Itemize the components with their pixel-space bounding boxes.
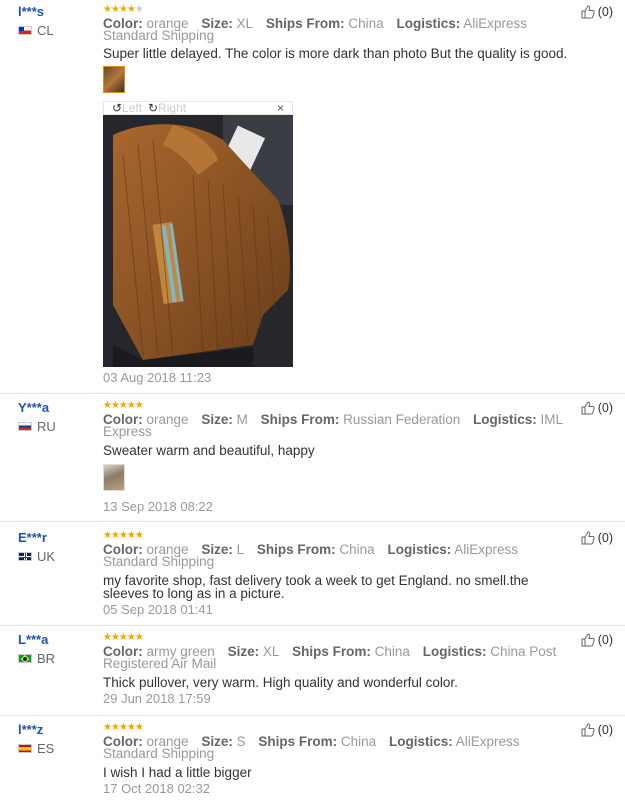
photo-viewer-toolbar: ↺Left ↻Right ×: [103, 101, 293, 115]
helpful-button[interactable]: (0): [581, 5, 613, 19]
country-code: CL: [37, 23, 54, 38]
attr-ships-from: Russian Federation: [343, 412, 461, 427]
reviewer-name[interactable]: l***z: [18, 723, 98, 737]
reviewer-country: UK: [18, 549, 98, 564]
reviewer-info: E***r UK: [18, 531, 98, 564]
review-item: L***a BR ★★★★★ Color: army green Size: X…: [0, 633, 625, 716]
helpful-count: (0): [597, 633, 613, 647]
flag-br-icon: [18, 654, 32, 663]
attr-ships-from: China: [339, 542, 375, 557]
country-code: UK: [37, 549, 56, 564]
flag-cl-icon: [18, 26, 32, 35]
country-code: BR: [37, 651, 56, 666]
star-rating: ★★★★★: [103, 530, 144, 541]
flag-ru-icon: [18, 422, 32, 431]
review-date: 03 Aug 2018 11:23: [103, 370, 212, 385]
review-photo-thumbnail[interactable]: [103, 66, 125, 93]
review-item: Y***a RU ★★★★★ Color: orange Size: M Shi…: [0, 401, 625, 522]
reviewer-info: Y***a RU: [18, 401, 98, 434]
reviewer-country: CL: [18, 23, 98, 38]
review-text: my favorite shop, fast delivery took a w…: [103, 573, 529, 601]
attr-size: S: [236, 734, 246, 749]
sweater-photo: [103, 115, 293, 367]
attr-size: L: [236, 542, 245, 557]
review-text: Thick pullover, very warm. High quality …: [103, 675, 458, 690]
reviewer-name[interactable]: E***r: [18, 531, 98, 545]
thumbs-up-icon: [581, 633, 595, 647]
review-body: ★★★★★ Color: orange Size: S Ships From: …: [103, 722, 573, 797]
review-body: ★★★★★ Color: orange Size: XL Ships From:…: [103, 5, 573, 93]
review-item: E***r UK ★★★★★ Color: orange Size: L Shi…: [0, 531, 625, 626]
thumbs-up-icon: [581, 531, 595, 545]
helpful-count: (0): [597, 723, 613, 737]
thumbs-up-icon: [581, 401, 595, 415]
star-rating: ★★★★★: [103, 632, 144, 643]
rotate-right-button[interactable]: ↻Right: [148, 102, 186, 114]
country-code: RU: [37, 419, 56, 434]
star-rating: ★★★★★: [103, 722, 144, 733]
order-attributes: Color: orange Size: S Ships From: China …: [103, 734, 520, 761]
reviewer-info: l***z ES: [18, 723, 98, 756]
review-body: ★★★★★ Color: army green Size: XL Ships F…: [103, 632, 573, 707]
helpful-button[interactable]: (0): [581, 531, 613, 545]
reviewer-info: L***a BR: [18, 633, 98, 666]
review-photo-thumbnail[interactable]: [103, 464, 125, 491]
review-body: ★★★★★ Color: orange Size: L Ships From: …: [103, 530, 573, 618]
review-body: ★★★★★ Color: orange Size: M Ships From: …: [103, 401, 573, 514]
helpful-button[interactable]: (0): [581, 401, 613, 415]
order-attributes: Color: army green Size: XL Ships From: C…: [103, 644, 557, 671]
close-button[interactable]: ×: [277, 102, 284, 114]
photo-viewer: ↺Left ↻Right ×: [103, 101, 293, 367]
star-rating: ★★★★★: [103, 400, 144, 411]
review-item: l***s CL ★★★★★ Color: orange Size: XL Sh…: [0, 5, 625, 394]
review-text: Super little delayed. The color is more …: [103, 46, 568, 61]
attr-ships-from: China: [348, 16, 384, 31]
order-attributes: Color: orange Size: M Ships From: Russia…: [103, 412, 563, 439]
review-date: 17 Oct 2018 02:32: [103, 781, 210, 796]
thumbs-up-icon: [581, 5, 595, 19]
reviewer-country: ES: [18, 741, 98, 756]
order-attributes: Color: orange Size: L Ships From: China …: [103, 542, 519, 569]
review-date: 29 Jun 2018 17:59: [103, 691, 211, 706]
review-text: Sweater warm and beautiful, happy: [103, 443, 315, 458]
country-code: ES: [37, 741, 55, 756]
review-item: l***z ES ★★★★★ Color: orange Size: S Shi…: [0, 723, 625, 802]
review-photo-large: [103, 115, 293, 367]
review-date: 05 Sep 2018 01:41: [103, 602, 213, 617]
flag-es-icon: [18, 744, 32, 753]
rotate-right-icon: ↻: [148, 101, 159, 115]
attr-color: orange: [146, 412, 189, 427]
helpful-count: (0): [597, 5, 613, 19]
reviewer-country: BR: [18, 651, 98, 666]
attr-ships-from: China: [374, 644, 410, 659]
reviewer-country: RU: [18, 419, 98, 434]
star-rating: ★★★★★: [103, 4, 144, 15]
helpful-count: (0): [597, 531, 613, 545]
attr-size: XL: [262, 644, 280, 659]
order-attributes: Color: orange Size: XL Ships From: China…: [103, 16, 528, 43]
helpful-count: (0): [597, 401, 613, 415]
reviewer-name[interactable]: l***s: [18, 5, 98, 19]
reviewer-name[interactable]: L***a: [18, 633, 98, 647]
attr-size: M: [236, 412, 248, 427]
helpful-button[interactable]: (0): [581, 723, 613, 737]
reviewer-name[interactable]: Y***a: [18, 401, 98, 415]
review-text: I wish I had a little bigger: [103, 765, 252, 780]
thumbs-up-icon: [581, 723, 595, 737]
reviewer-info: l***s CL: [18, 5, 98, 38]
rotate-left-icon: ↺: [112, 101, 123, 115]
helpful-button[interactable]: (0): [581, 633, 613, 647]
rotate-left-button[interactable]: ↺Left: [112, 102, 142, 114]
flag-uk-icon: [18, 552, 32, 561]
attr-ships-from: China: [340, 734, 377, 749]
attr-size: XL: [236, 16, 254, 31]
review-date: 13 Sep 2018 08:22: [103, 499, 213, 514]
